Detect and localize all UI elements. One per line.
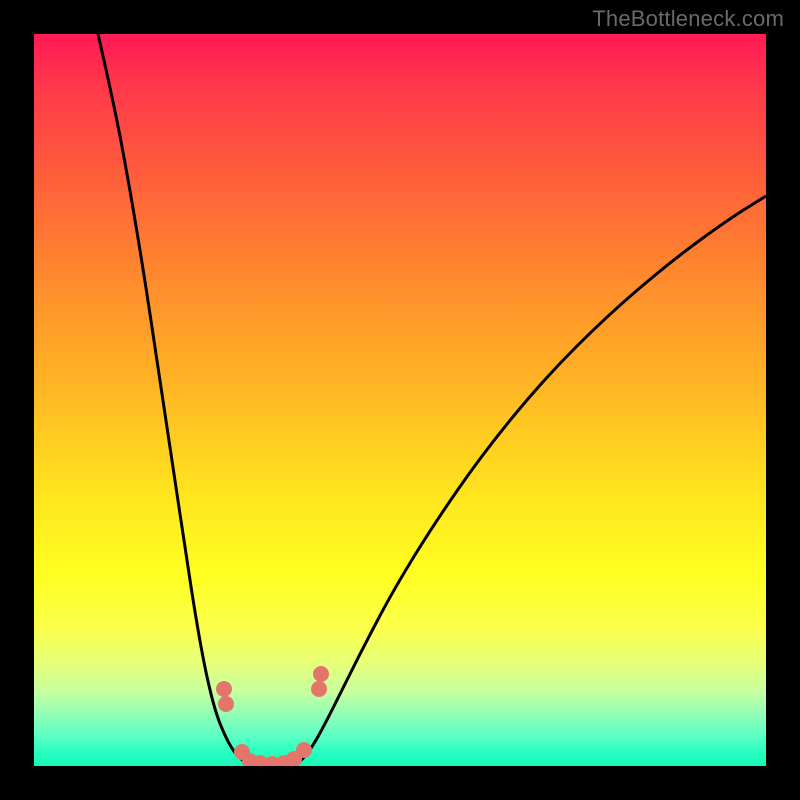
- data-marker: [313, 666, 329, 682]
- data-marker: [216, 681, 232, 697]
- plot-area: [34, 34, 766, 766]
- data-marker: [296, 742, 312, 758]
- watermark-text: TheBottleneck.com: [592, 6, 784, 32]
- data-marker: [311, 681, 327, 697]
- data-marker: [218, 696, 234, 712]
- data-markers: [34, 34, 766, 766]
- chart-frame: TheBottleneck.com: [0, 0, 800, 800]
